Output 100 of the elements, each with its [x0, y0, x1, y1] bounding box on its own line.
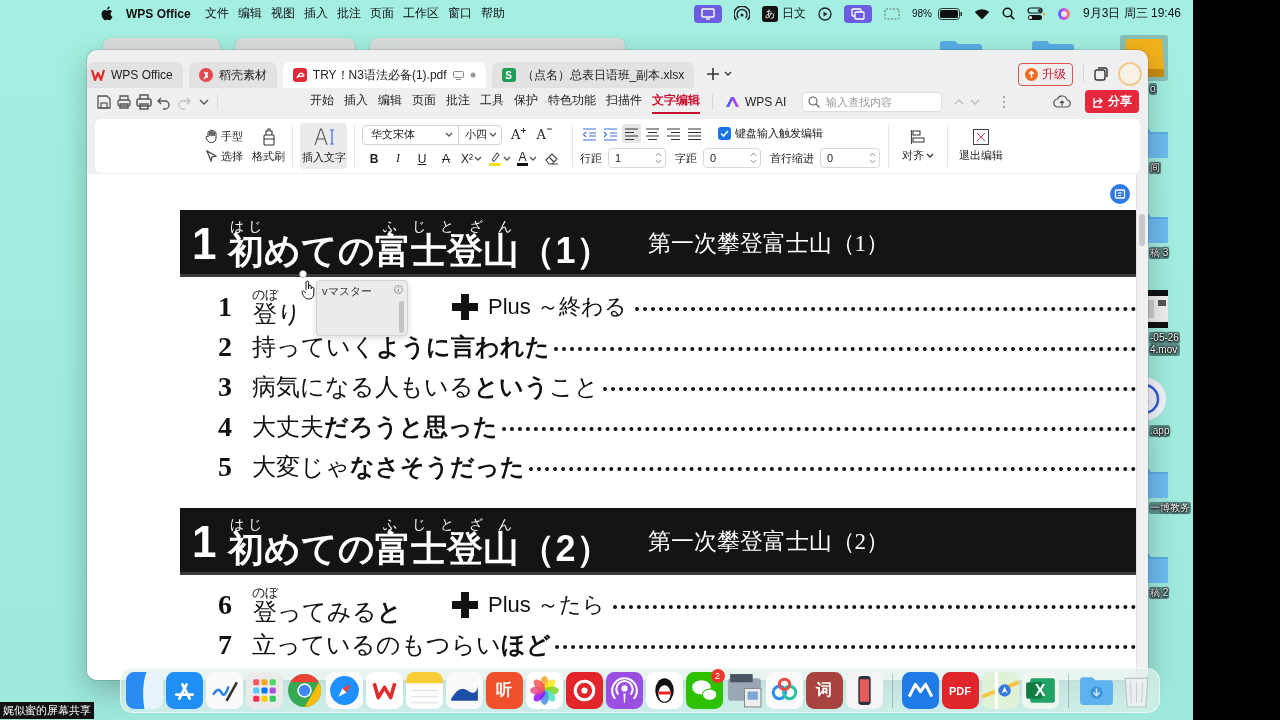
wps-icon[interactable] [365, 672, 403, 709]
popup-scrollbar[interactable] [399, 301, 404, 333]
wave-icon[interactable] [445, 672, 483, 709]
strikethrough-button[interactable]: A [437, 149, 455, 168]
loops-icon[interactable] [765, 672, 803, 709]
bold-button[interactable]: B [365, 149, 383, 168]
menubar-clock[interactable]: 9月3日 周三 19:46 [1082, 5, 1181, 22]
split-square-icon[interactable] [125, 672, 163, 709]
underline-button[interactable]: U [413, 149, 431, 168]
decrease-font-button[interactable]: A [536, 127, 553, 142]
chevron-down-icon [529, 155, 537, 162]
print-icon[interactable] [115, 92, 133, 111]
hand-tool-button[interactable]: 手型 [205, 128, 243, 144]
ribbon-tab[interactable]: 保护 [514, 89, 538, 114]
eraser-icon[interactable] [545, 152, 559, 165]
browser-icon[interactable] [285, 672, 323, 709]
grammar-item: 登 のぼ り [252, 288, 302, 326]
pdf-app-icon[interactable]: PDF [941, 672, 979, 709]
menu-item[interactable]: 窗口 [447, 5, 472, 22]
ribbon-tab[interactable]: 编辑 [378, 89, 402, 114]
item-number: 4 [218, 411, 233, 443]
menu-item[interactable]: 文件 [204, 5, 229, 22]
menu-item[interactable]: 帮助 [480, 5, 505, 22]
broadcast-icon[interactable] [733, 5, 750, 22]
apple-icon[interactable] [100, 6, 113, 21]
screen-mirroring-icon[interactable] [693, 4, 722, 23]
spin-field[interactable]: 0 [820, 148, 880, 168]
dictionary-icon[interactable]: 词 [805, 672, 843, 709]
input-method-label[interactable]: 日文 [781, 5, 806, 22]
ribbon-tab[interactable]: 批注 [446, 89, 470, 114]
upgrade-button[interactable]: 升级 [1018, 62, 1073, 86]
ribbon-tab[interactable]: 扫描件 [606, 89, 642, 114]
format-painter-button[interactable]: 格式刷 [252, 128, 285, 164]
spin-field[interactable]: 1 [608, 148, 666, 168]
cloud-upload-icon[interactable] [1053, 94, 1071, 109]
search-icon[interactable] [1001, 7, 1015, 20]
control-center-icon[interactable] [1026, 6, 1045, 21]
share-button[interactable]: 分享 [1085, 90, 1139, 113]
wifi-icon[interactable] [973, 7, 990, 20]
ribbon-tab[interactable]: 插入 [344, 89, 368, 114]
select-tool-button[interactable]: 选择 [205, 148, 243, 164]
ribbon-tab[interactable]: 页面 [412, 89, 436, 114]
superscript-button[interactable]: X² [461, 149, 482, 168]
save-icon[interactable] [95, 92, 113, 111]
window-mode-icon[interactable] [1094, 67, 1108, 81]
app-menu[interactable]: WPS Office [126, 6, 191, 21]
podcast-icon[interactable] [605, 672, 643, 709]
meeting-icon[interactable] [901, 672, 939, 709]
search-field[interactable]: 输入查找内容 [802, 91, 943, 112]
document-tab[interactable]: S （点名）总表日语班_副本.xlsx [491, 62, 695, 88]
document-tab[interactable]: WPS Office [87, 62, 183, 88]
penguin-icon[interactable] [645, 672, 683, 709]
new-tab-icon[interactable] [706, 67, 721, 81]
checkbox[interactable] [718, 127, 731, 140]
dotted-frame-icon[interactable] [883, 7, 900, 20]
menu-item[interactable]: 页面 [369, 5, 394, 22]
spreadsheet-icon[interactable]: X [1021, 672, 1059, 709]
paragraph-align-button[interactable] [622, 124, 641, 143]
paint-brush-icon [260, 128, 277, 146]
insert-text-button[interactable]: 插入文字 [300, 123, 347, 169]
item-number: 3 [218, 371, 233, 403]
siri-icon[interactable] [1056, 6, 1071, 21]
input-method-badge[interactable]: あ [761, 5, 778, 22]
increase-font-button[interactable]: A [511, 127, 528, 142]
italic-button[interactable]: I [389, 149, 407, 168]
exit-edit-button[interactable]: 退出编辑 [959, 129, 1003, 163]
ribbon-tab[interactable]: 工具 [480, 89, 504, 114]
printer-icon[interactable] [135, 92, 153, 111]
scanner-icon[interactable] [725, 672, 763, 709]
menu-item[interactable]: 插入 [303, 5, 328, 22]
floating-action-icon[interactable] [1110, 184, 1130, 204]
pen-icon[interactable] [205, 672, 243, 709]
ribbon-tab[interactable]: 开始 [310, 89, 334, 114]
align-objects-button[interactable]: 对齐 [902, 129, 934, 163]
ribbon-tab[interactable]: 文字编辑 [652, 89, 700, 114]
highlighter-icon[interactable] [488, 151, 502, 166]
phone-icon[interactable] [845, 672, 883, 709]
map-icon[interactable] [981, 672, 1019, 709]
chat-icon[interactable]: 2 [685, 672, 723, 709]
document-tab[interactable]: 稻壳素材 [188, 62, 277, 88]
app-grid-icon[interactable] [245, 672, 283, 709]
music-icon[interactable] [565, 672, 603, 709]
font-color-button[interactable]: A [517, 149, 537, 168]
popup-title: vマスター [322, 284, 372, 299]
menu-item[interactable]: 批注 [336, 5, 361, 22]
compass-icon[interactable] [325, 672, 363, 709]
menu-item[interactable]: 编辑 [237, 5, 262, 22]
menu-item[interactable]: 视图 [270, 5, 295, 22]
chevron-down-icon [474, 155, 482, 162]
flower-icon[interactable] [525, 672, 563, 709]
ribbon-tab[interactable]: 特色功能 [548, 89, 596, 114]
spin-field[interactable]: 0 [703, 148, 761, 168]
battery-icon[interactable] [937, 7, 962, 20]
document-tab[interactable]: TRY！N3语法必备(1).pdf [282, 62, 486, 88]
play-circle-icon[interactable] [817, 6, 832, 21]
windows-icon[interactable] [843, 4, 872, 23]
menu-item[interactable]: 工作区 [402, 5, 439, 22]
checkbox-label[interactable]: 键盘输入触发编辑 [735, 126, 823, 141]
ai-button[interactable]: WPS AI [725, 94, 787, 109]
listen-app-icon[interactable]: 听 [485, 672, 523, 709]
